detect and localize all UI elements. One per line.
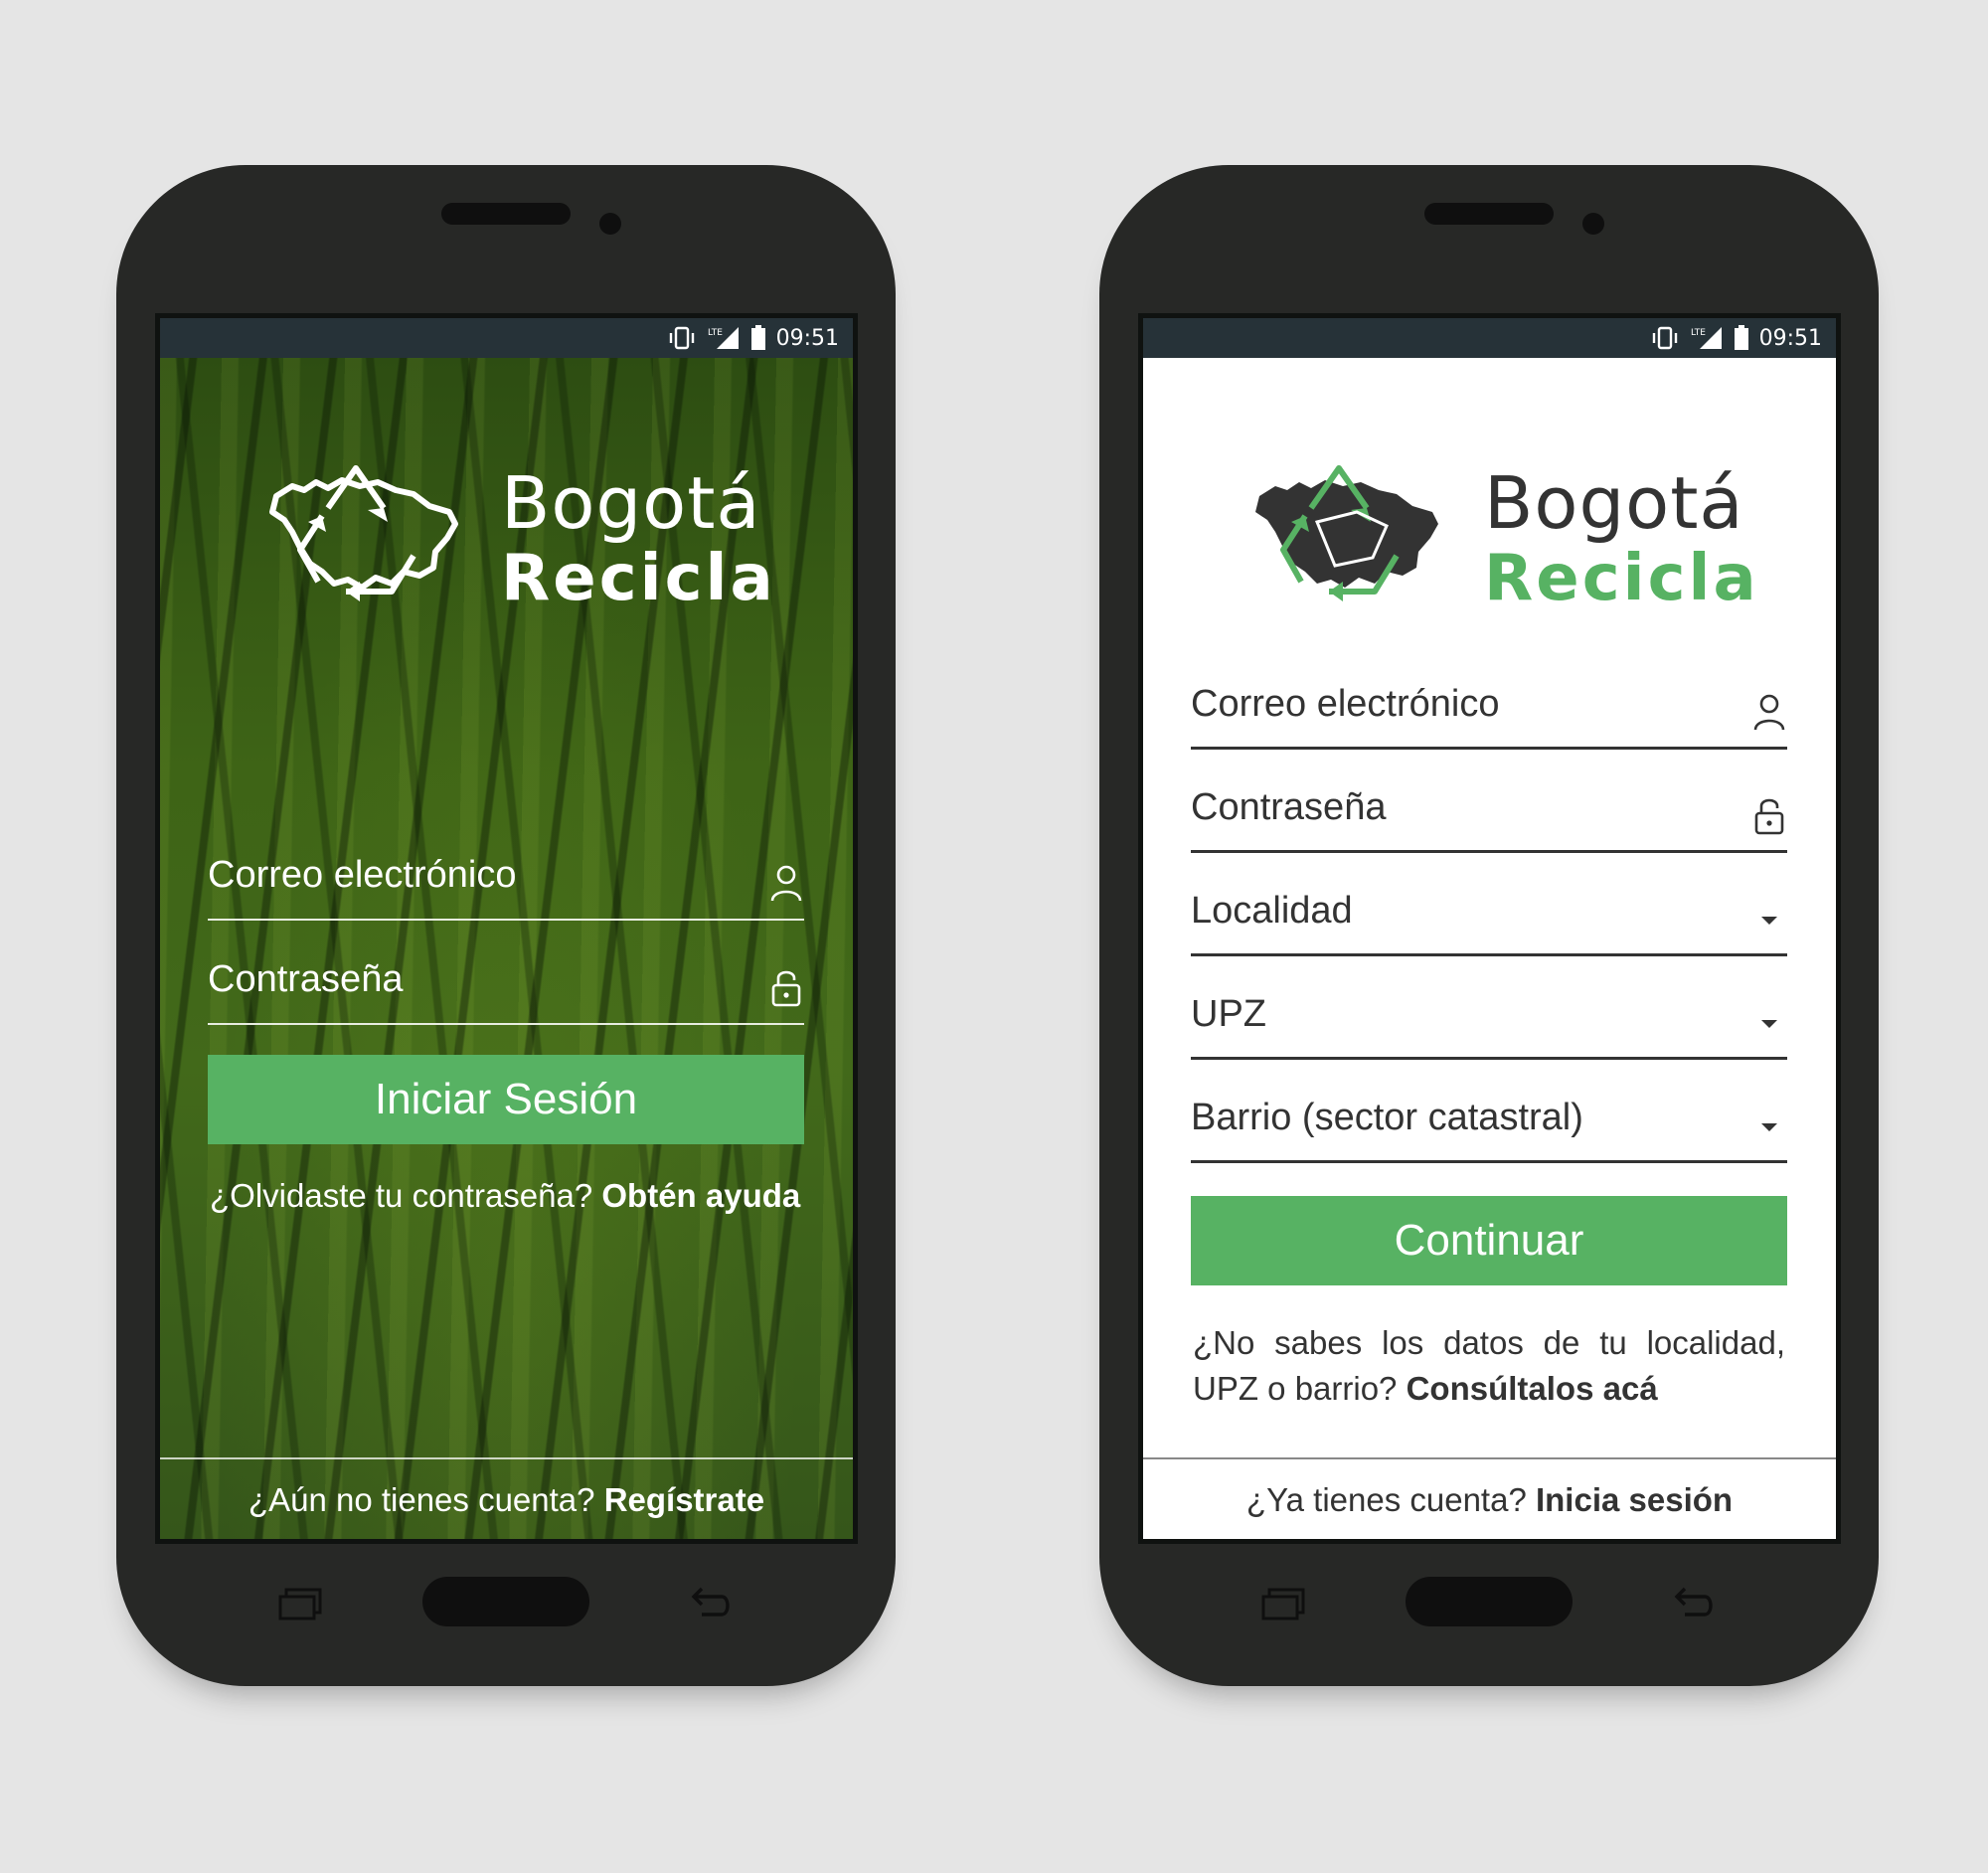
caret-down-icon bbox=[1761, 1020, 1777, 1028]
phone-login: LTE 09:51 Bogotá Recicla Correo electrón… bbox=[116, 165, 896, 1686]
user-icon bbox=[770, 865, 802, 902]
lte-signal-icon: LTE bbox=[1690, 325, 1724, 351]
front-camera bbox=[599, 213, 621, 235]
get-help-link[interactable]: Obtén ayuda bbox=[601, 1177, 800, 1214]
status-bar: LTE 09:51 bbox=[160, 318, 853, 358]
consult-here-link[interactable]: Consúltalos acá bbox=[1407, 1370, 1658, 1407]
password-field[interactable]: Contraseña bbox=[1191, 771, 1787, 853]
locality-underline bbox=[1191, 953, 1787, 956]
earpiece-speaker bbox=[1424, 203, 1554, 225]
login-prefix: ¿Ya tienes cuenta? bbox=[1245, 1481, 1527, 1518]
email-placeholder: Correo electrónico bbox=[1191, 683, 1500, 725]
continue-button[interactable]: Continuar bbox=[1191, 1196, 1787, 1285]
brand-logo bbox=[264, 460, 463, 604]
brand-name-line1: Bogotá bbox=[1484, 461, 1744, 545]
battery-icon bbox=[750, 325, 766, 351]
locality-select[interactable]: Localidad bbox=[1191, 875, 1787, 956]
upz-label: UPZ bbox=[1191, 993, 1266, 1035]
phone-register: LTE 09:51 Bogotá Recicla Correo electrón… bbox=[1099, 165, 1879, 1686]
brand-name-line1: Bogotá bbox=[501, 461, 761, 545]
register-content: Bogotá Recicla Correo electrónico Contra… bbox=[1143, 358, 1836, 1539]
home-button[interactable] bbox=[1406, 1577, 1573, 1626]
locality-help-prefix: UPZ o barrio? bbox=[1193, 1370, 1398, 1407]
login-background: Bogotá Recicla Correo electrónico Contra… bbox=[160, 358, 853, 1539]
status-bar: LTE 09:51 bbox=[1143, 318, 1836, 358]
recent-apps-icon[interactable] bbox=[1260, 1587, 1306, 1620]
password-placeholder: Contraseña bbox=[1191, 786, 1387, 828]
back-icon[interactable] bbox=[688, 1585, 734, 1620]
locality-label: Localidad bbox=[1191, 890, 1353, 932]
recent-apps-icon[interactable] bbox=[277, 1587, 323, 1620]
password-field[interactable]: Contraseña bbox=[208, 943, 804, 1025]
status-time: 09:51 bbox=[775, 325, 839, 351]
forgot-password-text: ¿Olvidaste tu contraseña? Obtén ayuda bbox=[210, 1177, 800, 1215]
locality-help-line1: ¿No sabes los datos de tu localidad, bbox=[1193, 1324, 1785, 1361]
lte-signal-icon: LTE bbox=[707, 325, 741, 351]
password-placeholder: Contraseña bbox=[208, 958, 404, 1000]
lock-icon bbox=[1754, 798, 1784, 835]
caret-down-icon bbox=[1761, 917, 1777, 925]
login-button[interactable]: Iniciar Sesión bbox=[208, 1055, 804, 1144]
locality-help-line2: UPZ o barrio? Consúltalos acá bbox=[1193, 1366, 1785, 1412]
barrio-select[interactable]: Barrio (sector catastral) bbox=[1191, 1082, 1787, 1163]
vibrate-icon bbox=[667, 326, 697, 350]
password-underline bbox=[208, 1023, 804, 1025]
lock-icon bbox=[771, 970, 801, 1007]
brand-logo bbox=[1247, 460, 1446, 604]
recycle-map-logo-icon bbox=[269, 465, 458, 601]
locality-help-text: ¿No sabes los datos de tu localidad, UPZ… bbox=[1193, 1320, 1785, 1412]
home-button[interactable] bbox=[422, 1577, 589, 1626]
barrio-underline bbox=[1191, 1160, 1787, 1163]
register-prompt: ¿Aún no tienes cuenta? Regístrate bbox=[160, 1481, 853, 1519]
email-field[interactable]: Correo electrónico bbox=[208, 839, 804, 921]
front-camera bbox=[1582, 213, 1604, 235]
upz-select[interactable]: UPZ bbox=[1191, 978, 1787, 1060]
footer-divider bbox=[160, 1457, 853, 1459]
register-link[interactable]: Regístrate bbox=[604, 1481, 764, 1518]
footer-divider bbox=[1143, 1457, 1836, 1459]
vibrate-icon bbox=[1650, 326, 1680, 350]
brand-name: Bogotá Recicla bbox=[501, 467, 776, 610]
forgot-password-prefix: ¿Olvidaste tu contraseña? bbox=[210, 1177, 593, 1214]
earpiece-speaker bbox=[441, 203, 571, 225]
status-time: 09:51 bbox=[1758, 325, 1822, 351]
register-prefix: ¿Aún no tienes cuenta? bbox=[248, 1481, 595, 1518]
login-link[interactable]: Inicia sesión bbox=[1536, 1481, 1733, 1518]
brand-name: Bogotá Recicla bbox=[1484, 467, 1759, 610]
brand-name-line2: Recicla bbox=[501, 542, 776, 615]
barrio-label: Barrio (sector catastral) bbox=[1191, 1097, 1583, 1138]
recycle-map-logo-icon bbox=[1255, 465, 1438, 601]
login-screen: LTE 09:51 Bogotá Recicla Correo electrón… bbox=[155, 313, 858, 1544]
email-placeholder: Correo electrónico bbox=[208, 854, 517, 896]
email-underline bbox=[208, 919, 804, 921]
email-field[interactable]: Correo electrónico bbox=[1191, 668, 1787, 750]
battery-icon bbox=[1734, 325, 1749, 351]
caret-down-icon bbox=[1761, 1123, 1777, 1131]
back-icon[interactable] bbox=[1671, 1585, 1717, 1620]
email-underline bbox=[1191, 747, 1787, 750]
login-prompt: ¿Ya tienes cuenta? Inicia sesión bbox=[1143, 1481, 1836, 1519]
brand-name-line2: Recicla bbox=[1484, 542, 1759, 615]
svg-text:LTE: LTE bbox=[1691, 328, 1706, 338]
svg-text:LTE: LTE bbox=[708, 328, 723, 338]
password-underline bbox=[1191, 850, 1787, 853]
upz-underline bbox=[1191, 1057, 1787, 1060]
register-screen: LTE 09:51 Bogotá Recicla Correo electrón… bbox=[1138, 313, 1841, 1544]
user-icon bbox=[1753, 694, 1785, 731]
